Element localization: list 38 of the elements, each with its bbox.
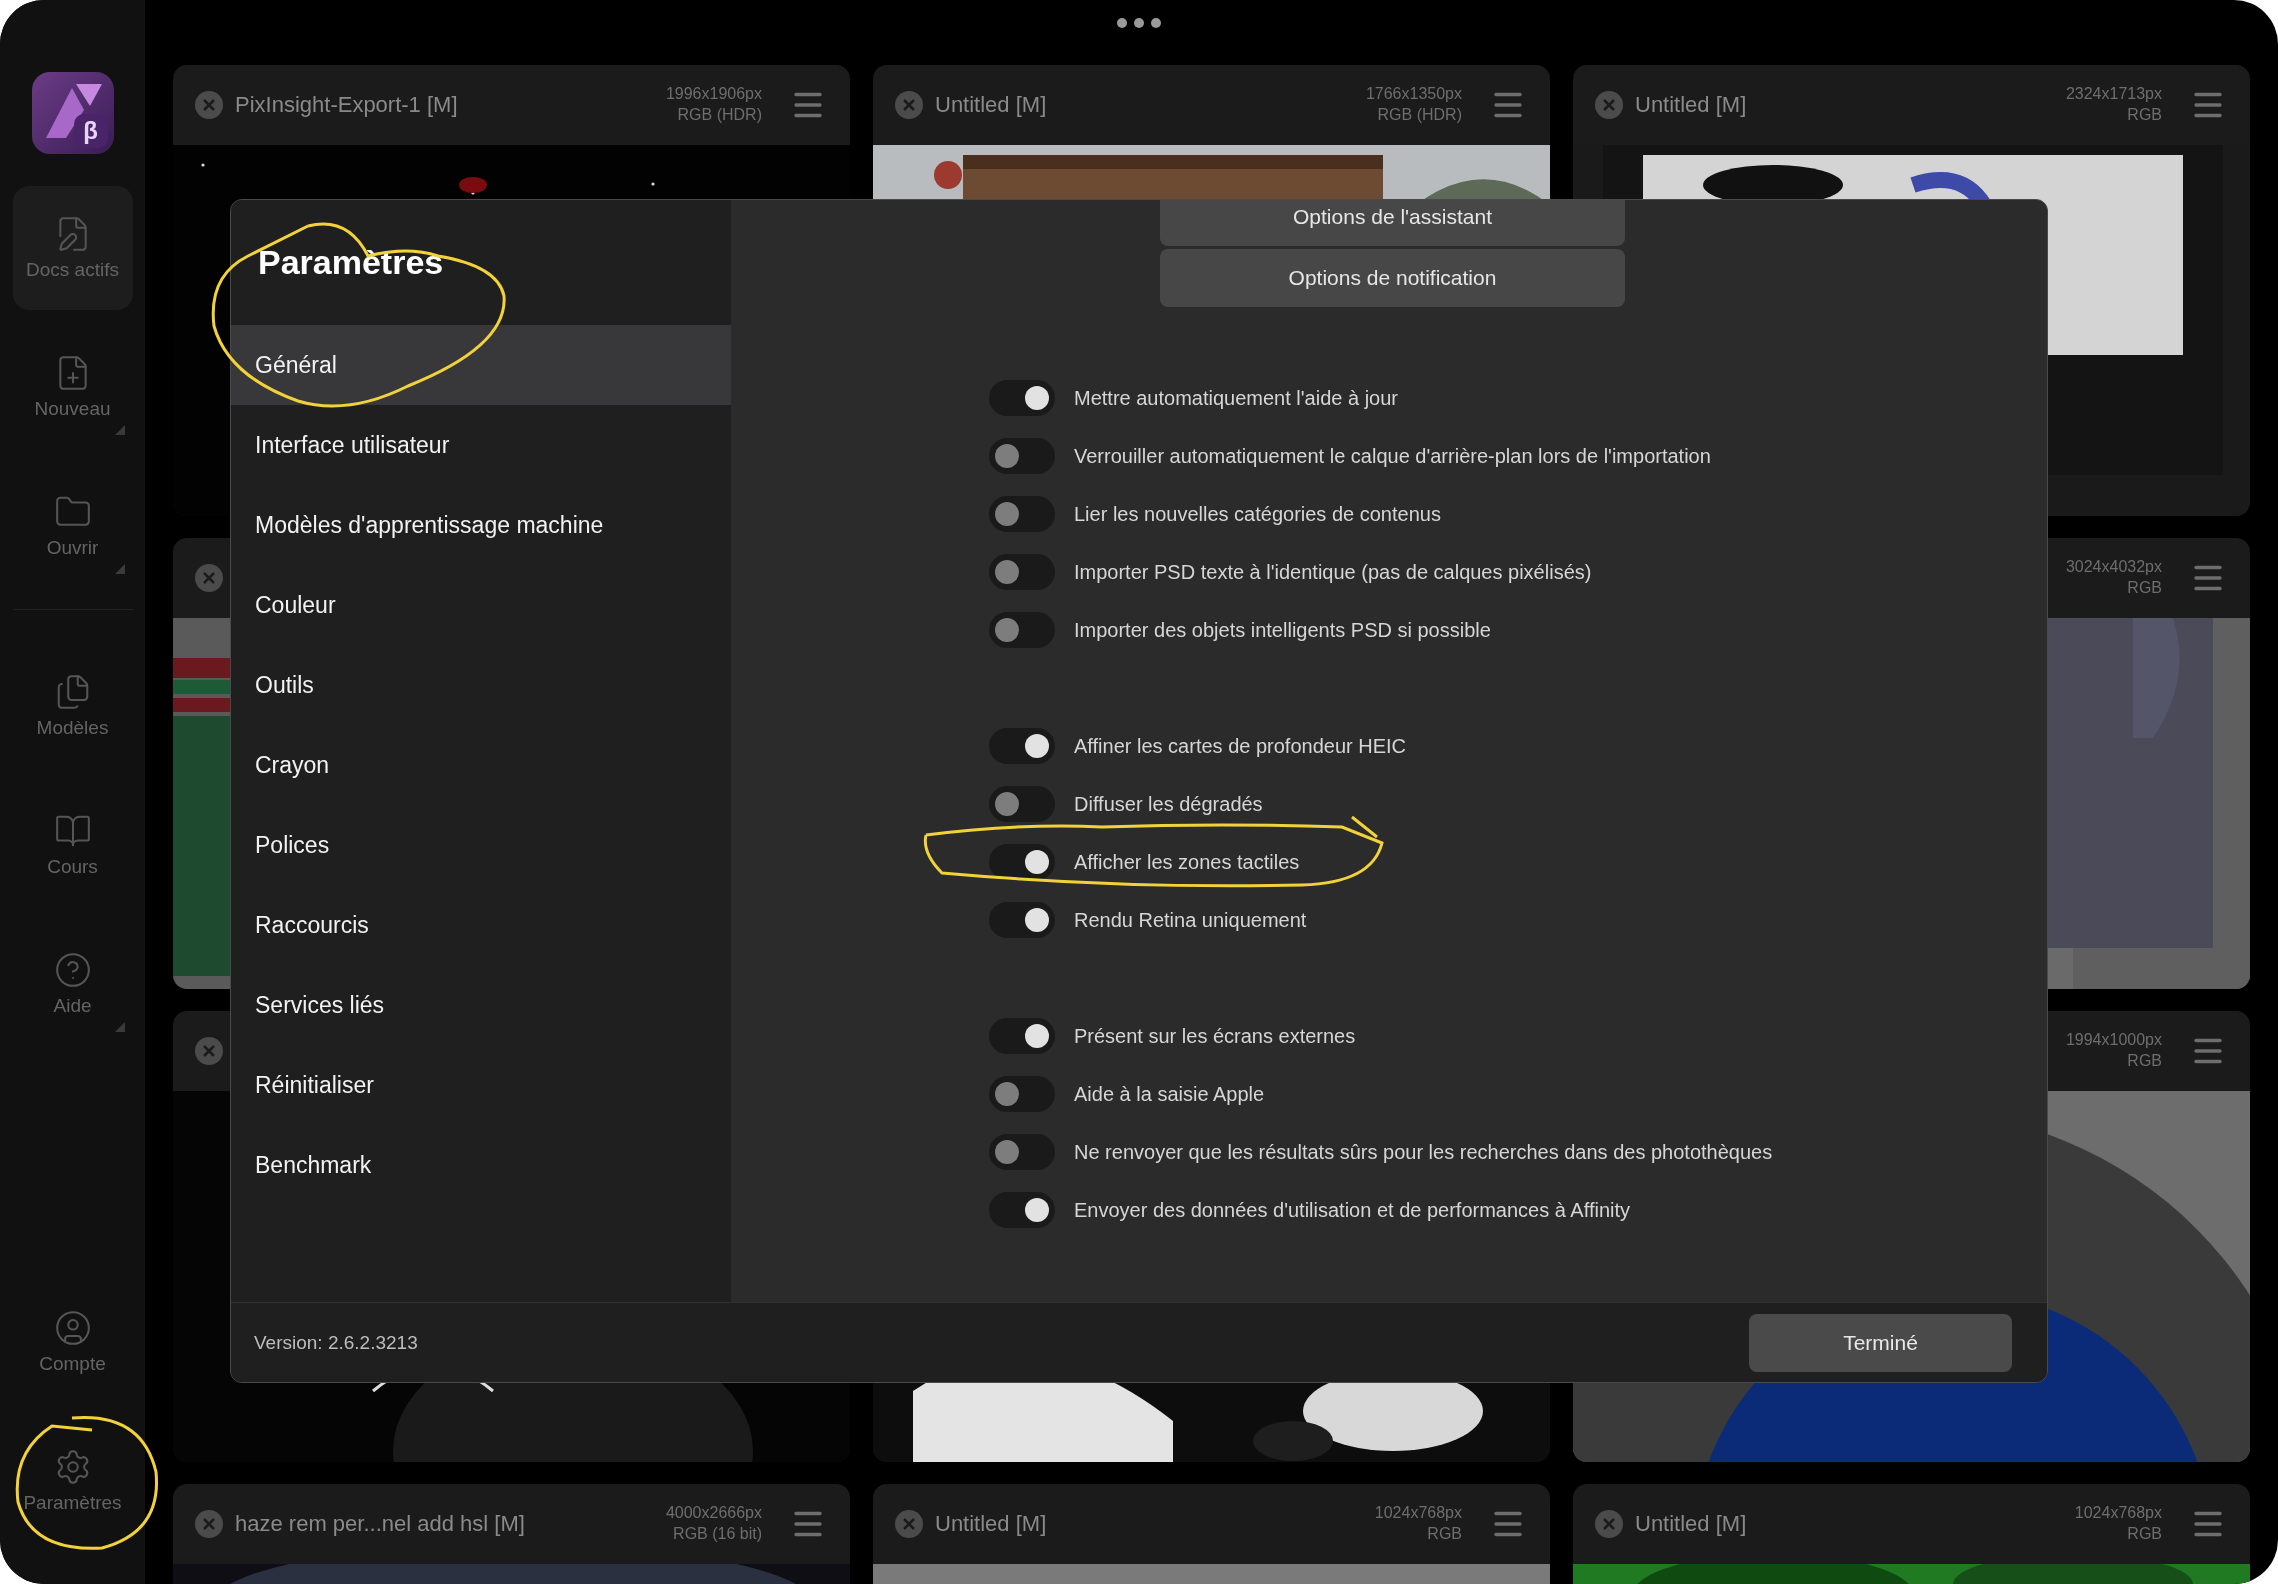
setting-label: Affiner les cartes de profondeur HEIC bbox=[1074, 734, 1407, 759]
document-title: PixInsight-Export-1 [M] bbox=[235, 92, 458, 118]
document-size: 2324x1713px bbox=[2065, 84, 2162, 105]
document-title: Untitled [M] bbox=[1635, 1511, 1747, 1537]
document-size: 1766x1350px bbox=[1365, 84, 1462, 105]
document-title: Untitled [M] bbox=[1635, 92, 1747, 118]
document-title: haze rem per...nel add hsl [M] bbox=[235, 1511, 525, 1537]
setting-label: Présent sur les écrans externes bbox=[1074, 1024, 1356, 1049]
setting-label: Importer PSD texte à l'identique (pas de calques pixélisés) bbox=[1074, 560, 1592, 585]
color-mode: RGB (16 bit) bbox=[673, 1524, 762, 1544]
setting-label: Envoyer des données d'utilisation et de performances à Affinity bbox=[1074, 1198, 1630, 1223]
setting-label: Diffuser les dégradés bbox=[1074, 792, 1263, 817]
color-mode: RGB (HDR) bbox=[1377, 105, 1462, 125]
document-title: Untitled [M] bbox=[935, 92, 1047, 118]
document-size: 1024x768px bbox=[1374, 1503, 1462, 1524]
setting-label: Ne renvoyer que les résultats sûrs pour les recherches dans des photothèques bbox=[1074, 1140, 1773, 1165]
document-title: Untitled [M] bbox=[935, 1511, 1047, 1537]
setting-label: Aide à la saisie Apple bbox=[1074, 1082, 1265, 1107]
color-mode: RGB bbox=[2127, 1051, 2162, 1071]
document-size: 1994x1000px bbox=[2065, 1030, 2162, 1051]
app-logo: β bbox=[31, 72, 114, 154]
setting-label: Rendu Retina uniquement bbox=[1074, 908, 1307, 933]
color-mode: RGB bbox=[2127, 1524, 2162, 1544]
setting-label: Verrouiller automatiquement le calque d'arrière-plan lors de l'importation bbox=[1074, 444, 1711, 469]
setting-label: Lier les nouvelles catégories de contenus bbox=[1074, 502, 1441, 527]
color-mode: RGB bbox=[1427, 1524, 1462, 1544]
color-mode: RGB bbox=[2127, 105, 2162, 125]
document-size: 4000x2666px bbox=[665, 1503, 762, 1524]
document-size: 1996x1906px bbox=[665, 84, 762, 105]
setting-label: Mettre automatiquement l'aide à jour bbox=[1074, 386, 1398, 411]
document-size: 1024x768px bbox=[2074, 1503, 2162, 1524]
setting-label: Importer des objets intelligents PSD si possible bbox=[1074, 618, 1491, 643]
document-size: 3024x4032px bbox=[2065, 557, 2162, 578]
dialog-title: Paramètres bbox=[258, 243, 444, 282]
version-text: Version: 2.6.2.3213 bbox=[254, 1331, 418, 1354]
color-mode: RGB bbox=[2127, 578, 2162, 598]
setting-label: Afficher les zones tactiles bbox=[1074, 850, 1300, 875]
color-mode: RGB (HDR) bbox=[677, 105, 762, 125]
